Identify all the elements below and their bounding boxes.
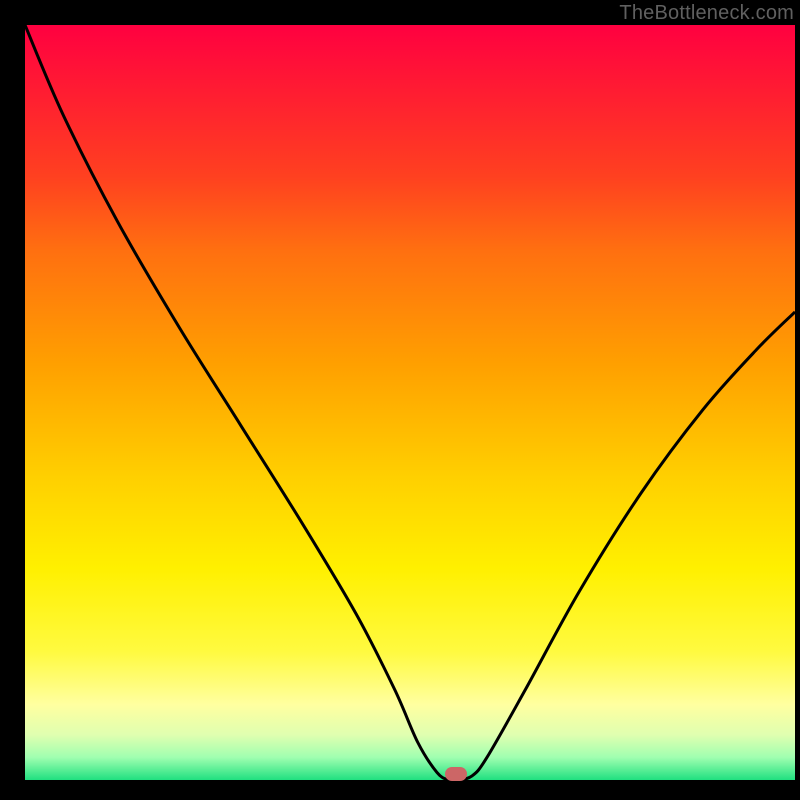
plot-area [25,25,795,780]
bottleneck-curve [25,25,795,780]
optimal-marker [445,767,467,781]
watermark-text: TheBottleneck.com [619,2,794,25]
chart-frame: TheBottleneck.com [0,0,800,800]
curve-path [25,25,795,780]
